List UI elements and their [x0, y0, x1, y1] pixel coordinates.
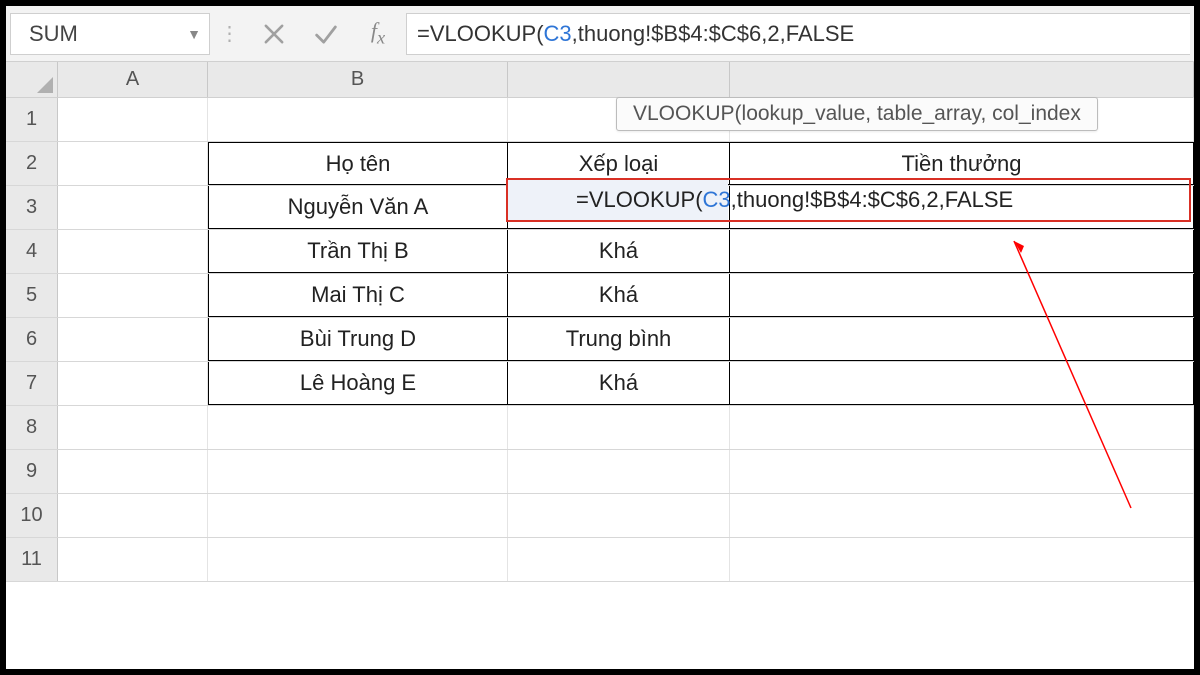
cancel-formula-button[interactable]	[250, 13, 298, 55]
chevron-down-icon[interactable]: ▼	[187, 26, 201, 42]
cell[interactable]	[208, 538, 508, 581]
table-row: 11	[6, 538, 1194, 582]
name-box[interactable]: SUM ▼	[10, 13, 210, 55]
cell[interactable]	[58, 274, 208, 317]
fx-icon[interactable]: fx	[354, 18, 402, 48]
function-tooltip: VLOOKUP(lookup_value, table_array, col_i…	[616, 97, 1098, 131]
cell[interactable]	[730, 538, 1194, 581]
cell[interactable]: Nguyễn Văn A	[208, 186, 508, 229]
cell[interactable]	[58, 362, 208, 405]
cell[interactable]	[58, 406, 208, 449]
col-header-b[interactable]: B	[208, 62, 508, 97]
cell[interactable]	[508, 494, 730, 537]
cell[interactable]	[58, 98, 208, 141]
excel-window: SUM ▼ ⋮ fx =VLOOKUP(C3,thuong!$B$4:$C$6,…	[6, 6, 1194, 669]
formula-bar: SUM ▼ ⋮ fx =VLOOKUP(C3,thuong!$B$4:$C$6,…	[6, 6, 1194, 62]
confirm-formula-button[interactable]	[302, 13, 350, 55]
table-row: 5 Mai Thị C Khá	[6, 274, 1194, 318]
cell[interactable]	[730, 274, 1194, 317]
name-box-value: SUM	[29, 21, 78, 47]
cell[interactable]	[508, 450, 730, 493]
row-header[interactable]: 1	[6, 98, 58, 141]
check-icon	[312, 20, 340, 48]
row-header[interactable]: 6	[6, 318, 58, 361]
cell[interactable]: Trung bình	[508, 318, 730, 361]
cell[interactable]	[730, 230, 1194, 273]
row-header[interactable]: 2	[6, 142, 58, 185]
cell[interactable]: Trần Thị B	[208, 230, 508, 273]
table-row: 7 Lê Hoàng E Khá	[6, 362, 1194, 406]
formula-text-suffix: ,thuong!$B$4:$C$6,2,FALSE	[572, 21, 855, 47]
cell[interactable]	[58, 142, 208, 185]
cell[interactable]	[730, 494, 1194, 537]
cell[interactable]	[208, 98, 508, 141]
cell[interactable]	[208, 494, 508, 537]
formula-input[interactable]: =VLOOKUP(C3,thuong!$B$4:$C$6,2,FALSE	[406, 13, 1190, 55]
table-row: 4 Trần Thị B Khá	[6, 230, 1194, 274]
cell[interactable]: Khá	[508, 362, 730, 405]
cell[interactable]	[730, 362, 1194, 405]
cell[interactable]: Mai Thị C	[208, 274, 508, 317]
spreadsheet-grid[interactable]: VLOOKUP(lookup_value, table_array, col_i…	[6, 62, 1194, 669]
row-header[interactable]: 4	[6, 230, 58, 273]
column-headers: A B	[6, 62, 1194, 98]
cell[interactable]	[58, 318, 208, 361]
formula-text-ref: C3	[544, 21, 572, 47]
row-header[interactable]: 3	[6, 186, 58, 229]
row-header[interactable]: 5	[6, 274, 58, 317]
cell[interactable]	[208, 450, 508, 493]
table-row: 10	[6, 494, 1194, 538]
cell[interactable]: Khá	[508, 274, 730, 317]
col-header-c[interactable]	[508, 62, 730, 97]
table-row: 8	[6, 406, 1194, 450]
table-row: 9	[6, 450, 1194, 494]
inline-formula-overlay: =VLOOKUP(C3,thuong!$B$4:$C$6,2,FALSE	[576, 178, 1013, 222]
cell[interactable]	[58, 186, 208, 229]
grip-icon: ⋮	[214, 21, 246, 46]
col-header-a[interactable]: A	[58, 62, 208, 97]
cell[interactable]: Lê Hoàng E	[208, 362, 508, 405]
cell[interactable]: Bùi Trung D	[208, 318, 508, 361]
select-all-corner[interactable]	[6, 62, 58, 97]
cell[interactable]: Khá	[508, 230, 730, 273]
table-row: 6 Bùi Trung D Trung bình	[6, 318, 1194, 362]
row-header[interactable]: 10	[6, 494, 58, 537]
cell[interactable]	[58, 230, 208, 273]
cell[interactable]	[58, 494, 208, 537]
cell[interactable]	[508, 406, 730, 449]
x-icon	[260, 20, 288, 48]
col-header-d[interactable]	[730, 62, 1194, 97]
formula-text-prefix: =VLOOKUP(	[417, 21, 544, 47]
row-header[interactable]: 7	[6, 362, 58, 405]
cell[interactable]	[730, 318, 1194, 361]
row-header[interactable]: 9	[6, 450, 58, 493]
cell[interactable]: Họ tên	[208, 142, 508, 185]
cell[interactable]	[508, 538, 730, 581]
rows-container: =VLOOKUP(C3,thuong!$B$4:$C$6,2,FALSE 1 2…	[6, 98, 1194, 669]
cell[interactable]	[58, 538, 208, 581]
cell[interactable]	[730, 450, 1194, 493]
row-header[interactable]: 8	[6, 406, 58, 449]
cell[interactable]	[208, 406, 508, 449]
cell[interactable]	[730, 406, 1194, 449]
row-header[interactable]: 11	[6, 538, 58, 581]
cell[interactable]	[58, 450, 208, 493]
